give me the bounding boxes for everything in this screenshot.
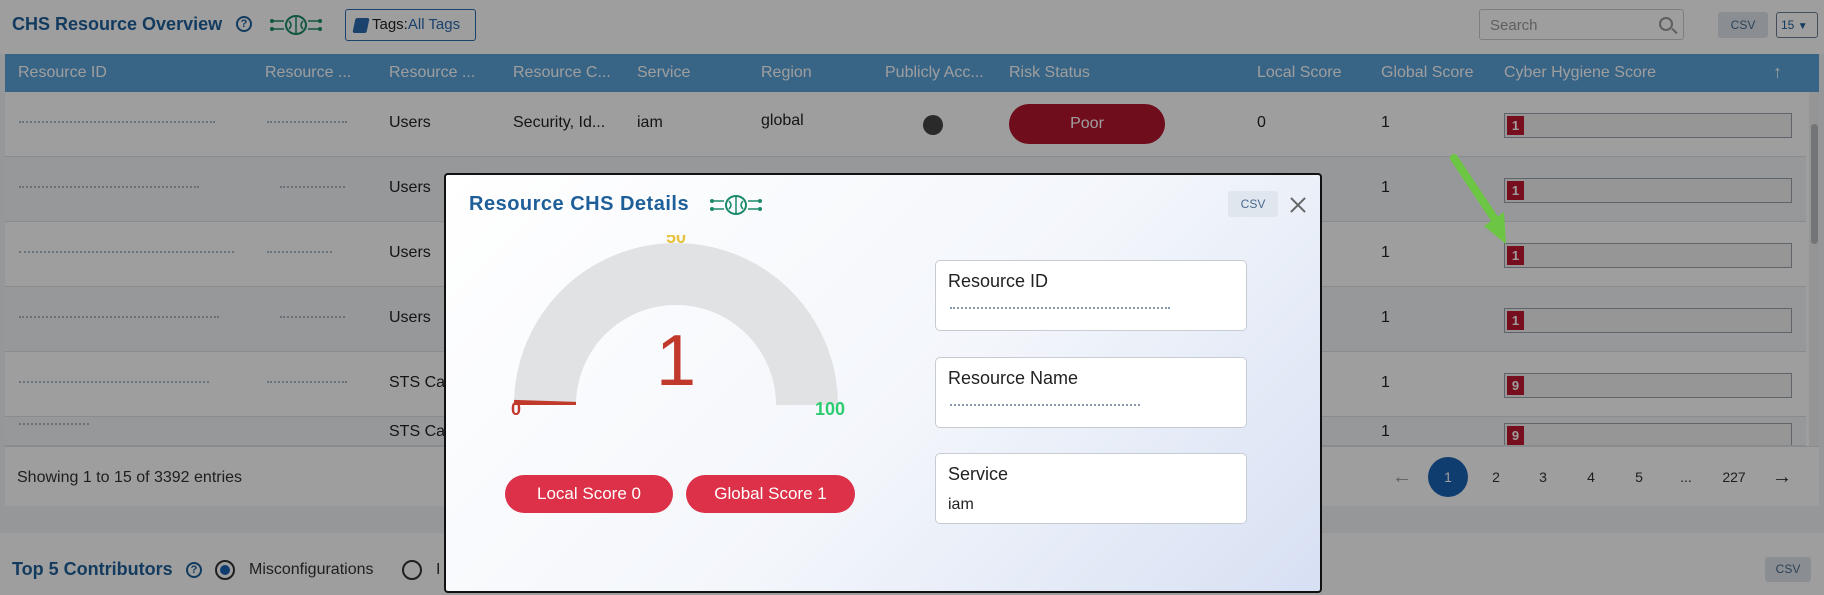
resource-id-card: Resource ID (935, 260, 1247, 331)
modal-csv-button[interactable]: CSV (1228, 191, 1278, 217)
card-label: Resource ID (948, 271, 1049, 291)
score-gauge: 50 1 0 100 (511, 235, 845, 419)
gauge-value: 1 (656, 321, 696, 401)
local-score-pill: Local Score 0 (505, 475, 673, 513)
gauge-min-label: 0 (511, 399, 521, 419)
global-score-pill: Global Score 1 (686, 475, 855, 513)
card-label: Resource Name (948, 368, 1079, 388)
redacted-resource-name (950, 404, 1140, 409)
service-card: Service iam (935, 453, 1247, 524)
resource-name-card: Resource Name (935, 357, 1247, 428)
modal-title: Resource CHS Details (469, 193, 690, 215)
resource-chs-details-modal: Resource CHS Details CSV 50 1 0 100 Loca… (444, 173, 1322, 593)
close-icon[interactable] (1288, 195, 1308, 215)
annotation-arrow-icon (1450, 154, 1506, 244)
redacted-resource-id (950, 307, 1170, 312)
card-value: iam (948, 496, 974, 513)
gauge-max-label: 100 (815, 399, 845, 419)
card-label: Service (948, 464, 1009, 484)
brain-icon (710, 195, 762, 215)
gauge-mid-label: 50 (666, 235, 686, 247)
